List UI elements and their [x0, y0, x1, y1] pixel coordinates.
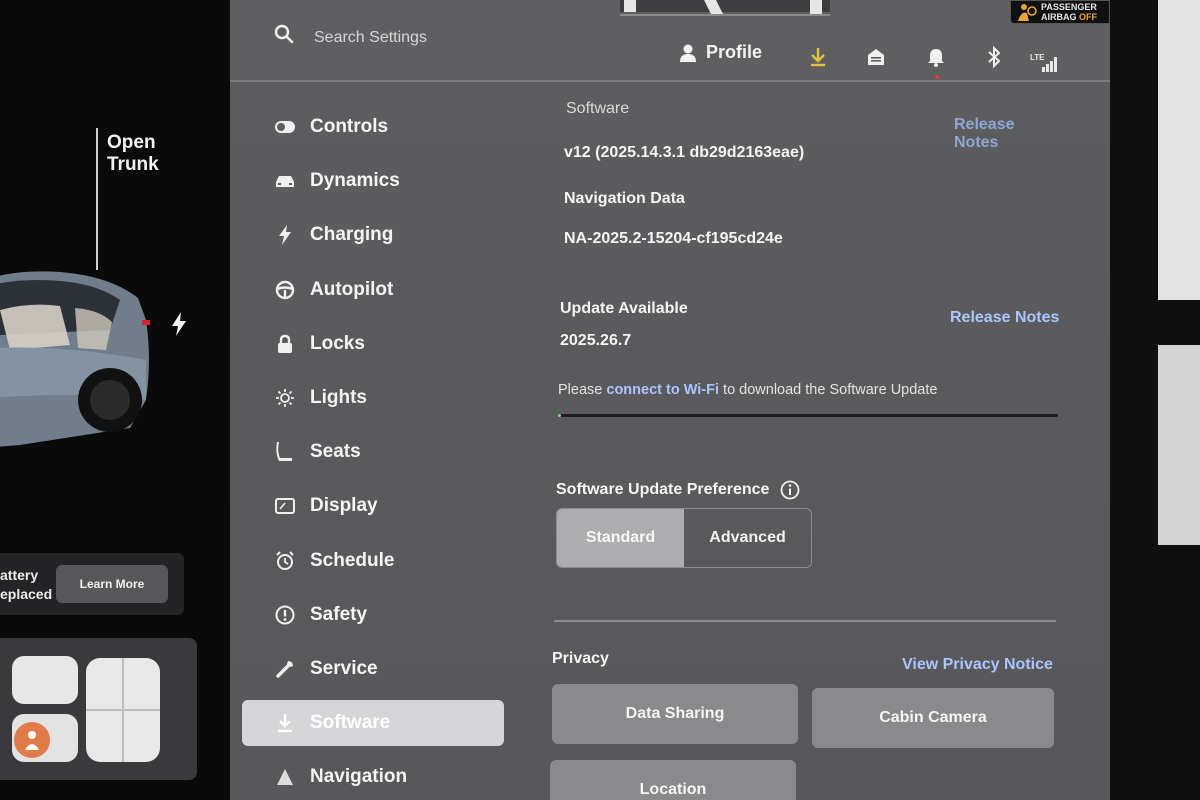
update-preference-text: Software Update Preference	[556, 481, 770, 499]
lock-icon	[274, 333, 296, 355]
camera-view-strip	[620, 0, 830, 16]
sidebar-item-label: Navigation	[310, 766, 408, 788]
battery-notice-line2: eplaced	[0, 586, 53, 602]
sidebar-item-dynamics[interactable]: Dynamics	[242, 154, 512, 208]
car-panel: Open Trunk attery eplaced Learn More	[0, 0, 230, 800]
trunk-label-line2: Trunk	[107, 154, 159, 175]
steering-wheel-icon	[274, 279, 296, 301]
view-privacy-notice-link[interactable]: View Privacy Notice	[902, 656, 1053, 674]
sidebar-item-service[interactable]: Service	[242, 642, 512, 696]
software-version: v12 (2025.14.3.1 db29d2163eae)	[564, 144, 805, 161]
battery-notice-text: attery eplaced	[0, 566, 52, 604]
sidebar-item-label: Seats	[310, 441, 361, 463]
wifi-message: Please connect to Wi-Fi to download the …	[558, 382, 937, 398]
charge-port-bolt-icon[interactable]	[170, 312, 188, 336]
sidebar-item-software[interactable]: Software	[242, 700, 504, 747]
navigation-arrow-icon	[274, 766, 296, 788]
sidebar-item-display[interactable]: Display	[242, 479, 512, 533]
sidebar-item-charging[interactable]: Charging	[242, 208, 512, 262]
top-bar: Profile LTE	[230, 0, 1110, 82]
sidebar-item-label: Autopilot	[310, 278, 394, 300]
car-icon	[274, 170, 296, 192]
download-progress-bar	[558, 414, 1058, 417]
sidebar-item-label: Schedule	[310, 549, 395, 571]
background-window	[1158, 0, 1200, 300]
sun-icon	[274, 387, 296, 409]
exclamation-circle-icon	[274, 604, 296, 626]
connect-wifi-link[interactable]: connect to Wi-Fi	[606, 382, 719, 398]
airbag-status-line1: PASSENGER	[1041, 2, 1097, 12]
sidebar-item-controls[interactable]: Controls	[242, 100, 512, 154]
sidebar-item-label: Dynamics	[310, 170, 400, 192]
sidebar-item-lights[interactable]: Lights	[242, 371, 512, 425]
airbag-status-prefix: AIRBAG	[1041, 12, 1079, 22]
preference-advanced-option[interactable]: Advanced	[684, 509, 811, 567]
settings-screen: Profile LTE	[230, 0, 1110, 800]
cell-signal-icon	[1042, 57, 1057, 72]
person-icon	[680, 44, 696, 62]
airbag-status-off: OFF	[1079, 12, 1097, 22]
sidebar-item-label: Display	[310, 495, 378, 517]
sidebar-item-label: Lights	[310, 387, 367, 409]
sidebar-item-label: Charging	[310, 224, 394, 246]
section-divider	[554, 620, 1056, 622]
sidebar-item-label: Service	[310, 657, 378, 679]
navigation-data-label: Navigation Data	[564, 190, 685, 207]
settings-sidebar: Controls Dynamics Charging Autopilot Loc…	[242, 100, 512, 800]
download-progress-fill	[558, 414, 561, 417]
search-icon[interactable]	[274, 24, 294, 44]
sidebar-item-label: Software	[310, 712, 391, 734]
battery-notice-line1: attery	[0, 567, 39, 583]
sidebar-item-schedule[interactable]: Schedule	[242, 534, 512, 588]
wrench-icon	[274, 658, 296, 680]
wifi-message-prefix: Please	[558, 382, 607, 398]
airbag-warning-icon	[1018, 4, 1037, 21]
bluetooth-icon[interactable]	[984, 46, 1004, 68]
sidebar-item-label: Locks	[310, 332, 365, 354]
bolt-icon	[274, 224, 296, 246]
update-preference-toggle: Standard Advanced	[556, 508, 812, 568]
info-icon[interactable]	[780, 480, 800, 500]
current-release-notes-link[interactable]: Release Notes	[954, 116, 1062, 152]
display-icon	[274, 495, 296, 517]
notification-bell-icon[interactable]	[926, 46, 946, 68]
background-window-lower	[1158, 345, 1200, 545]
homelink-garage-icon[interactable]	[866, 46, 886, 68]
sidebar-item-safety[interactable]: Safety	[242, 588, 512, 642]
sidebar-item-label: Safety	[310, 603, 368, 625]
trunk-label-line1: Open	[107, 132, 156, 153]
notification-dot	[935, 75, 939, 79]
passenger-airbag-status: PASSENGER AIRBAG OFF	[1010, 0, 1110, 24]
data-sharing-button[interactable]: Data Sharing	[552, 684, 798, 744]
toggle-icon	[274, 116, 296, 138]
update-preference-label: Software Update Preference	[556, 480, 800, 500]
profile-label: Profile	[706, 42, 763, 62]
software-download-icon[interactable]	[808, 46, 828, 68]
seat-icon	[274, 441, 296, 463]
wifi-message-suffix: to download the Software Update	[719, 382, 938, 398]
update-version: 2025.26.7	[560, 332, 632, 349]
location-button[interactable]: Location	[550, 760, 796, 800]
passenger-airbag-icon	[14, 722, 50, 758]
update-release-notes-link[interactable]: Release Notes	[950, 309, 1059, 327]
search-input[interactable]	[314, 26, 534, 50]
alarm-clock-icon	[274, 550, 296, 572]
sidebar-item-navigation[interactable]: Navigation	[242, 750, 512, 800]
sidebar-item-label: Controls	[310, 116, 389, 138]
preference-standard-option[interactable]: Standard	[557, 509, 684, 567]
profile-button[interactable]: Profile	[680, 42, 762, 63]
cabin-camera-button[interactable]: Cabin Camera	[812, 688, 1054, 748]
learn-more-button[interactable]: Learn More	[56, 565, 168, 603]
update-available-label: Update Available	[560, 300, 688, 317]
navigation-data-value: NA-2025.2-15204-cf195cd24e	[564, 230, 783, 247]
car-image	[0, 271, 150, 447]
sidebar-item-autopilot[interactable]: Autopilot	[242, 263, 512, 317]
sidebar-item-locks[interactable]: Locks	[242, 317, 512, 371]
privacy-section-label: Privacy	[552, 650, 609, 667]
sidebar-item-seats[interactable]: Seats	[242, 425, 512, 479]
download-icon	[274, 712, 296, 734]
open-trunk-button[interactable]: Open Trunk	[107, 132, 159, 176]
trunk-pointer-line	[96, 128, 98, 270]
software-section-label: Software	[566, 100, 630, 117]
